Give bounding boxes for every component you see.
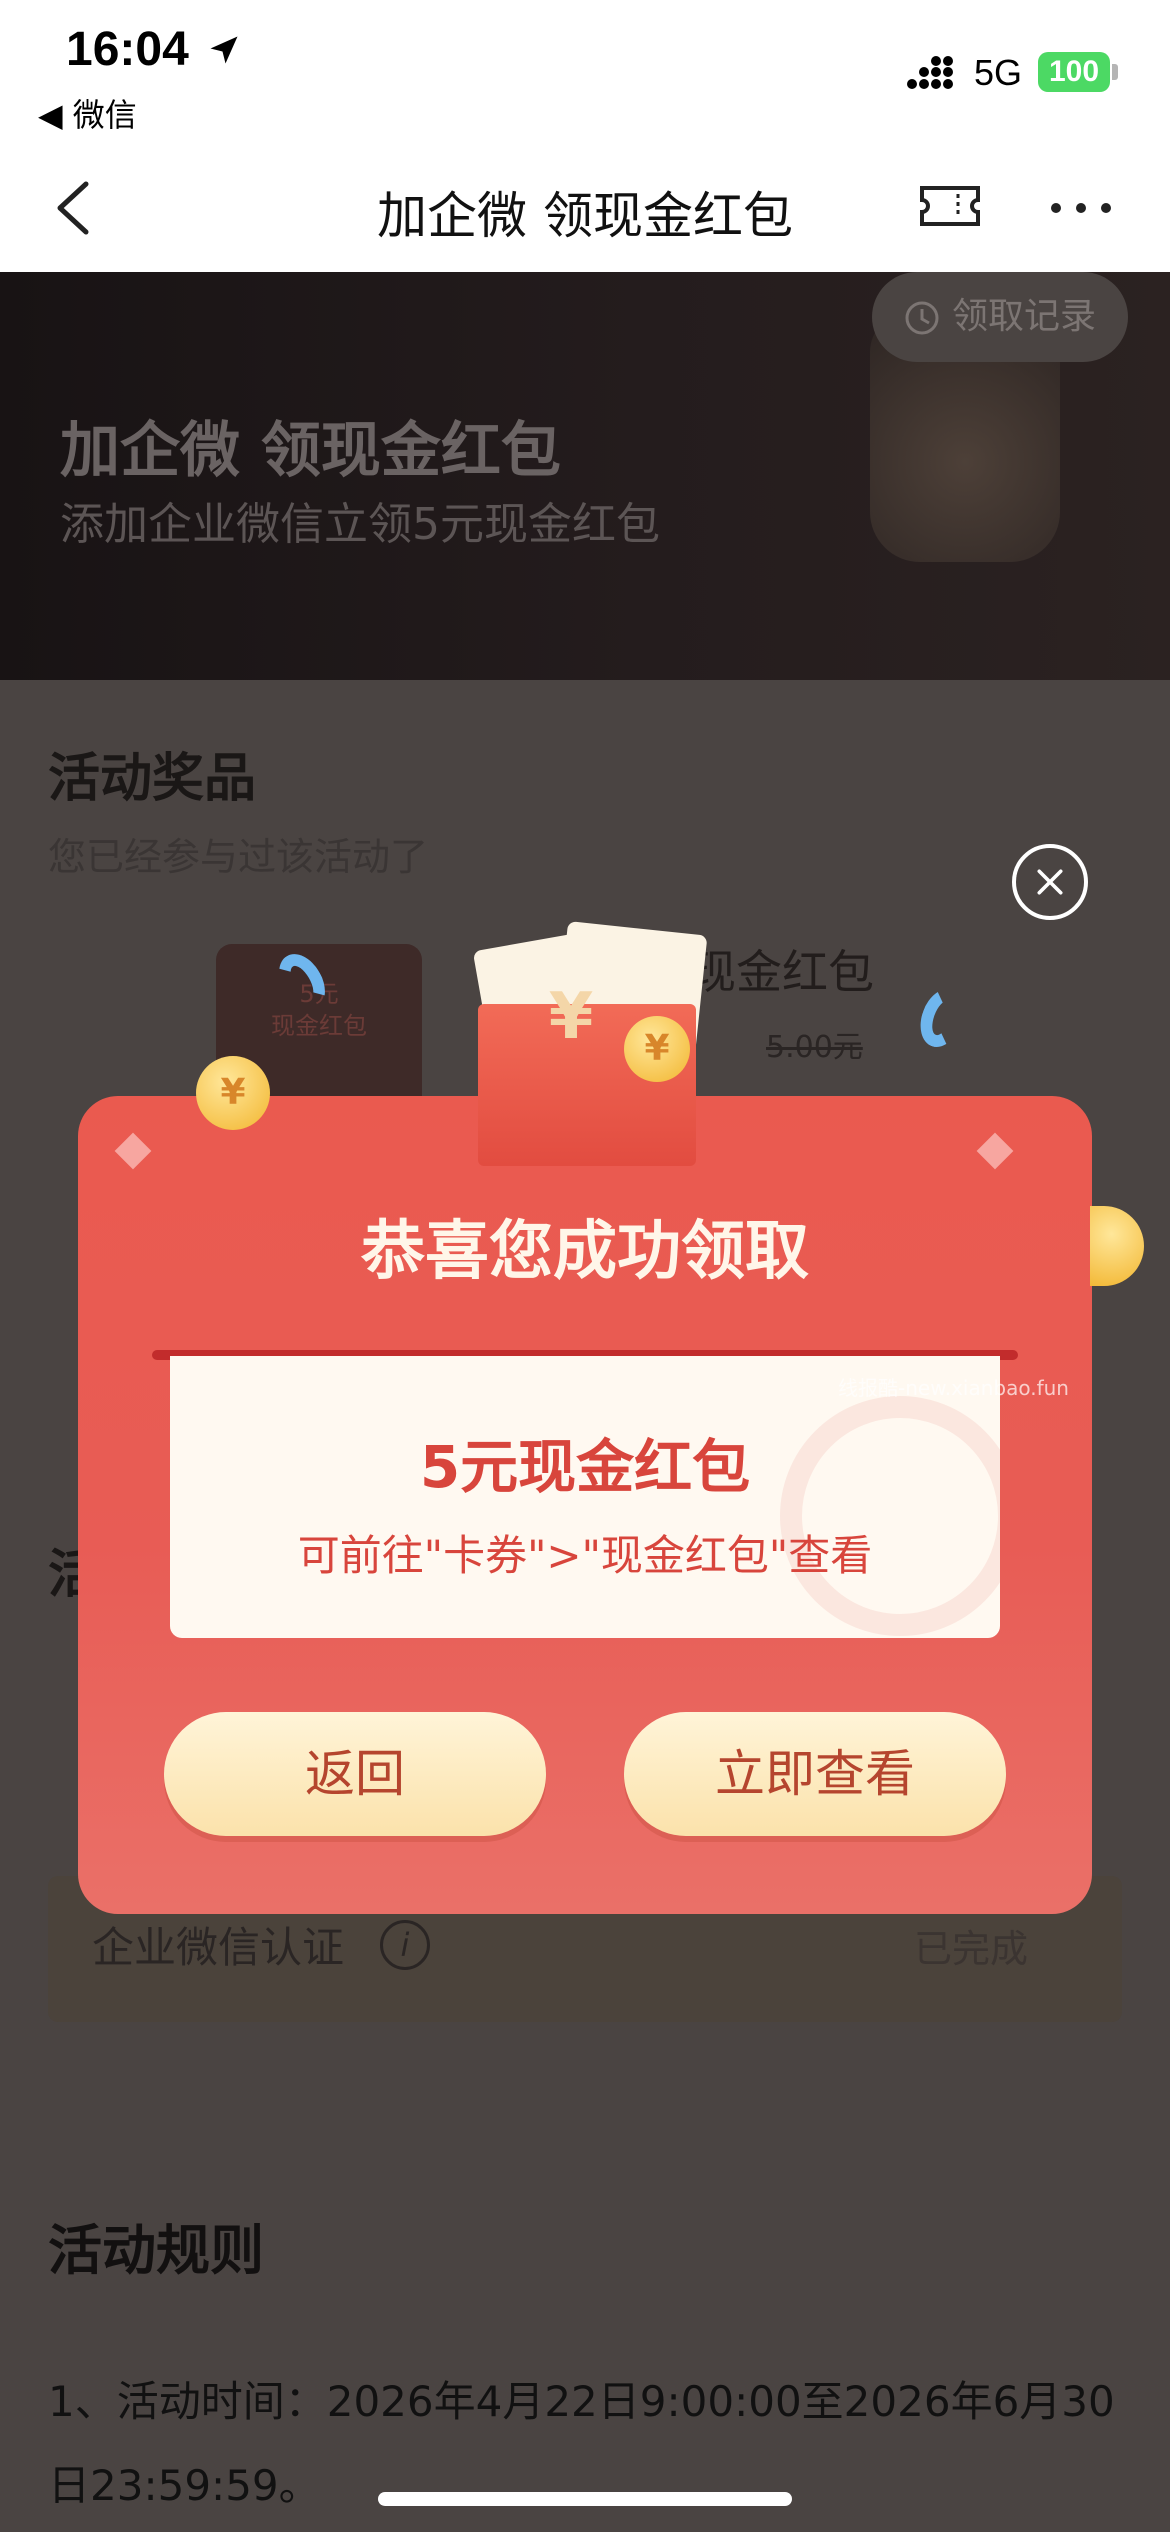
home-indicator[interactable]: [378, 2492, 792, 2506]
prize-amount-text: 5元现金红包: [419, 1433, 751, 1501]
prize-original-price: 5.00元: [766, 1030, 863, 1065]
ticket-icon[interactable]: [918, 184, 982, 228]
battery-tip: [1112, 64, 1118, 80]
history-icon: [905, 301, 939, 335]
task-name: 企业微信认证: [92, 1923, 345, 1972]
coin-icon: ¥: [196, 1056, 270, 1130]
dialog-title: 恭喜您成功领取: [361, 1215, 809, 1289]
info-icon[interactable]: i: [380, 1920, 430, 1970]
status-bar: 16:04 ◀ 微信 5G 100: [0, 0, 1170, 140]
back-button[interactable]: 返回: [164, 1712, 546, 1836]
task-status: 已完成: [914, 1927, 1029, 1971]
page-title: 加企微 领现金红包: [377, 187, 793, 245]
more-icon[interactable]: [1050, 202, 1112, 214]
network-type: 5G: [974, 52, 1023, 93]
sparkle-decoration: [976, 1132, 1014, 1170]
prize-name: 现金红包: [690, 945, 874, 999]
ribbon-decoration-right: [912, 982, 972, 1054]
prize-thumb-label: 现金红包: [271, 1012, 367, 1040]
prize-hint-text: 可前往"卡券">"现金红包"查看: [297, 1531, 873, 1580]
back-to-wechat[interactable]: ◀ 微信: [38, 90, 137, 136]
yuan-icon: ¥: [548, 980, 594, 1054]
prizes-section-title: 活动奖品: [48, 749, 257, 809]
clock: 16:04: [66, 23, 189, 76]
nav-bar: 加企微 领现金红包: [0, 140, 1170, 272]
location-arrow-icon: [210, 36, 238, 64]
coin-icon: ¥: [624, 1016, 690, 1082]
banner-subtitle: 添加企业微信立领5元现金红包: [60, 499, 660, 550]
coin-icon: [1090, 1206, 1144, 1286]
signal-icon: [907, 56, 953, 89]
sparkle-decoration: [114, 1132, 152, 1170]
view-now-button[interactable]: 立即查看: [624, 1712, 1006, 1836]
close-icon[interactable]: [1012, 844, 1088, 920]
banner-title: 加企微 领现金红包: [60, 416, 561, 486]
success-dialog: 恭喜您成功领取 5元现金红包 可前往"卡券">"现金红包"查看 返回 立即查看: [78, 1096, 1092, 1914]
battery-icon: 100: [1038, 52, 1110, 92]
rules-section-title: 活动规则: [48, 2219, 264, 2282]
prizes-section-subtitle: 您已经参与过该活动了: [48, 835, 429, 879]
watermark-text: 线报酷-new.xianbao.fun: [838, 1376, 1069, 1400]
